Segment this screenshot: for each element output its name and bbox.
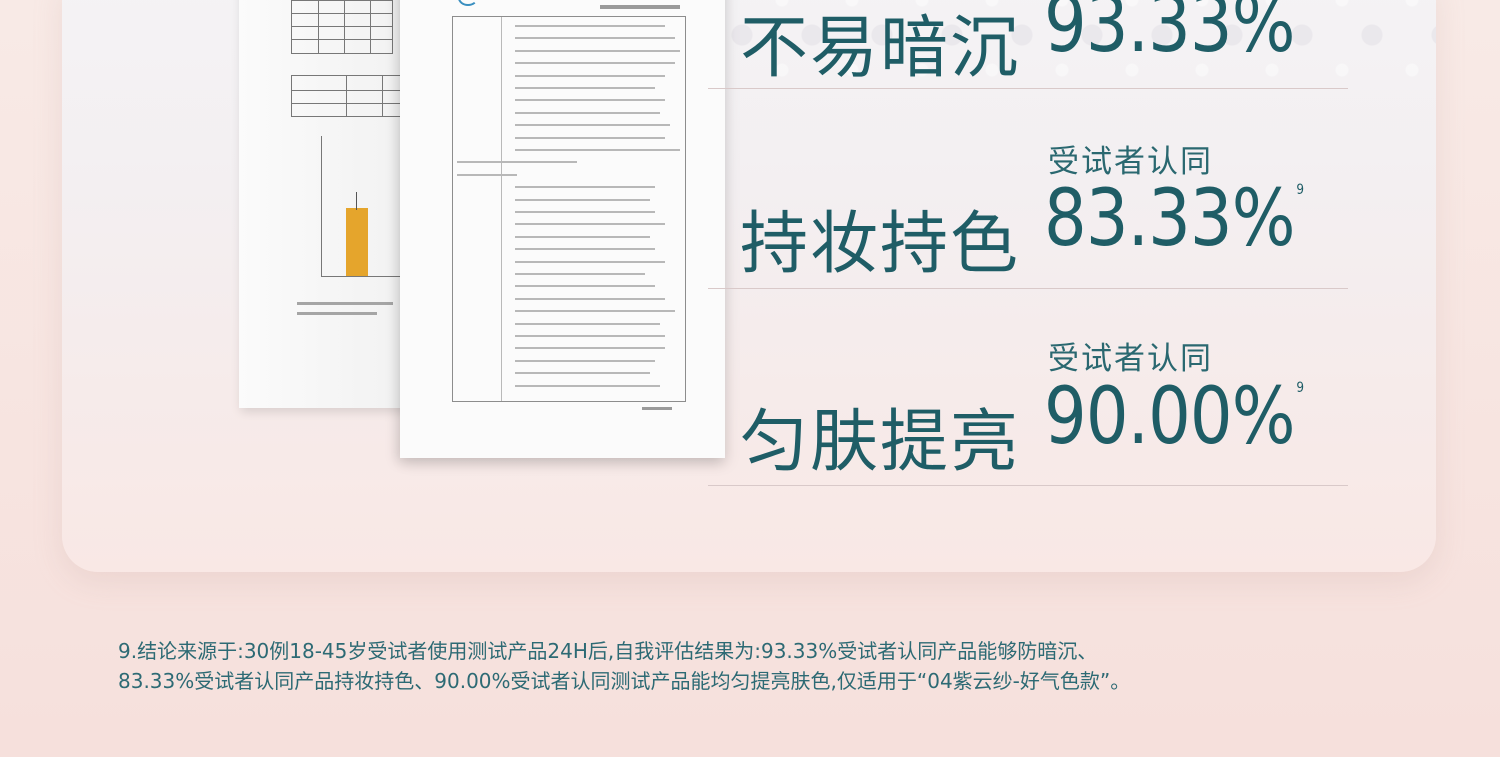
report-text-line <box>515 211 655 213</box>
report-table <box>291 0 393 54</box>
report-text-line <box>515 335 665 337</box>
report-text-line <box>515 124 670 127</box>
report-text-line <box>515 149 680 151</box>
test-report-page-front <box>400 0 725 458</box>
report-table-2 <box>291 75 413 117</box>
report-page-number <box>642 407 672 410</box>
report-note <box>297 312 377 315</box>
report-number <box>600 5 680 9</box>
metric-divider <box>708 288 1348 289</box>
report-text-line <box>515 49 680 52</box>
report-text-line <box>515 62 675 65</box>
report-text-line <box>515 359 655 362</box>
report-text-line <box>515 273 645 275</box>
report-text-line <box>515 322 660 325</box>
metric-label: 匀肤提亮 <box>740 403 1021 482</box>
report-text-line <box>515 235 650 238</box>
report-text-line <box>457 161 577 164</box>
report-text-line <box>515 186 655 189</box>
report-chart-bar <box>346 208 368 276</box>
report-chart-axis <box>321 136 322 276</box>
report-text-line <box>515 310 675 313</box>
footnote-marker: 9 <box>1296 182 1304 198</box>
report-text-line <box>515 87 655 89</box>
footnote: 9.结论来源于:30例18-45岁受试者使用测试产品24H后,自我评估结果为:9… <box>118 636 1378 696</box>
metric-value: 83.33% 9 <box>1044 174 1304 264</box>
report-text-line <box>515 223 665 226</box>
footnote-line-1: 9.结论来源于:30例18-45岁受试者使用测试产品24H后,自我评估结果为:9… <box>118 639 1098 663</box>
report-chart-error-bar <box>356 192 357 210</box>
report-text-line <box>515 347 665 350</box>
report-text-line <box>515 285 655 288</box>
metric-value: 90.00% 9 <box>1044 372 1304 462</box>
metric-divider <box>708 485 1348 486</box>
report-body <box>452 16 686 402</box>
report-text-line <box>515 384 660 387</box>
report-column-divider <box>501 17 502 401</box>
lab-logo-icon <box>458 0 478 6</box>
report-text-line <box>515 99 665 102</box>
report-text-line <box>515 136 665 139</box>
report-text-line <box>515 25 665 27</box>
report-chart-axis-x <box>321 276 401 277</box>
footnote-line-2: 83.33%受试者认同产品持妆持色、90.00%受试者认同测试产品能均匀提亮肤色… <box>118 669 1131 693</box>
report-text-line <box>515 297 665 300</box>
metric-label: 不易暗沉 <box>740 9 1021 88</box>
report-text-line <box>515 198 650 201</box>
metric-value: 93.33% <box>1044 0 1295 70</box>
metric-label: 持妆持色 <box>740 205 1021 284</box>
report-text-line <box>515 372 650 375</box>
report-text-line <box>515 111 660 114</box>
report-text-line <box>515 74 665 77</box>
footnote-marker: 9 <box>1296 380 1304 396</box>
report-text-line <box>515 248 655 251</box>
report-text-line <box>515 260 665 263</box>
report-text-line <box>515 37 675 40</box>
report-text-line <box>457 173 517 176</box>
report-note <box>297 302 393 305</box>
